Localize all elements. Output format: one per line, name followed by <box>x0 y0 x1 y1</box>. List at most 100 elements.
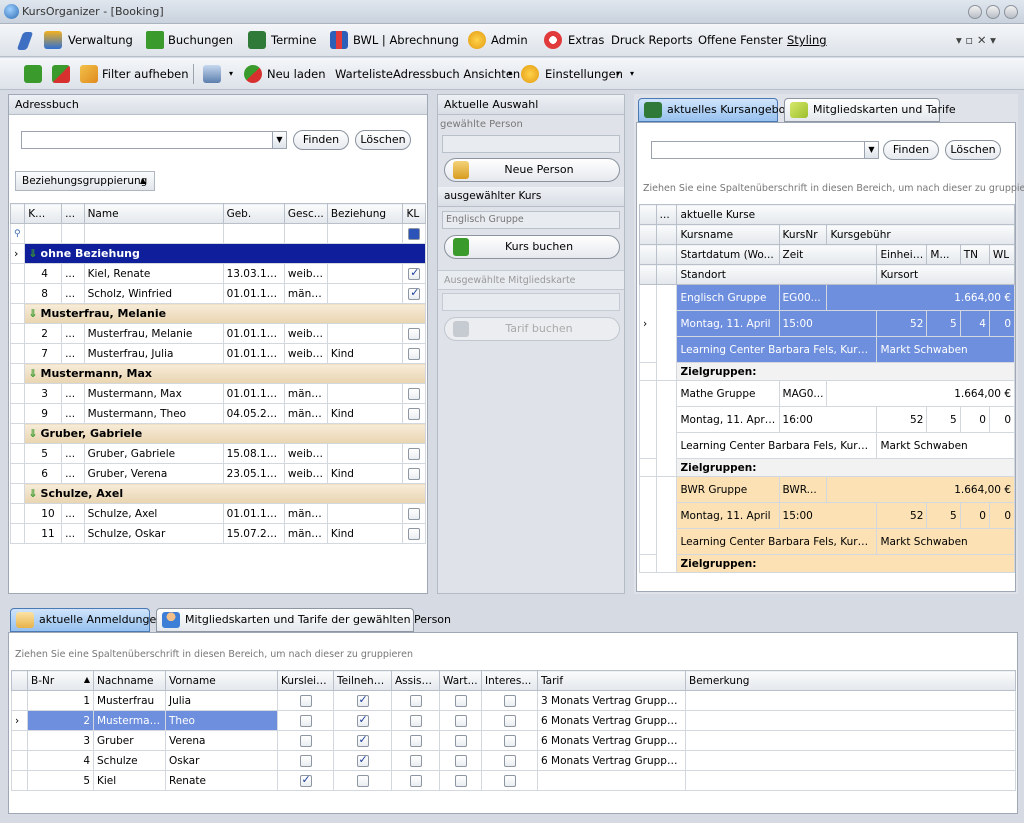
group-row[interactable]: ⇓ Gruber, Gabriele <box>9 423 426 444</box>
neu-laden-button[interactable]: Neu laden <box>267 67 326 81</box>
table-row[interactable]: 6... Gruber, Verena 23.05.1993 weiblich Kind <box>9 463 426 484</box>
table-row[interactable]: 11... Schulze, Oskar 15.07.2002 männ... Kind <box>9 523 426 544</box>
menu-styling[interactable]: Styling <box>787 33 827 47</box>
kurse-finden-button[interactable]: Finden <box>883 140 939 160</box>
row-bemerkung[interactable] <box>685 730 1016 751</box>
col-nachname[interactable]: Nachname <box>93 670 166 691</box>
table-row[interactable]: 1MusterfrauJulia 3 Monats Vertrag Gruppe … <box>11 690 1016 711</box>
group-row[interactable]: ⇓ Mustermann, Max <box>9 363 426 384</box>
kursleiter-checkbox[interactable] <box>299 694 312 707</box>
interessent-checkbox[interactable] <box>503 734 516 747</box>
col-dots[interactable]: ... <box>655 204 678 225</box>
col-name[interactable]: Name <box>83 203 224 224</box>
filter-aufheben-button[interactable]: Filter aufheben <box>102 67 189 81</box>
warteliste-checkbox[interactable] <box>454 754 467 767</box>
col-geb[interactable]: Geb. <box>222 203 285 224</box>
col-kursgebuehr[interactable]: Kursgebühr <box>826 224 1015 245</box>
menu-admin[interactable]: Admin <box>491 33 528 47</box>
col-kursort[interactable]: Kursort <box>876 264 1015 285</box>
neue-person-button[interactable]: Neue Person <box>444 158 620 182</box>
filter-cell[interactable] <box>283 223 328 244</box>
filter-cell[interactable] <box>83 223 224 244</box>
close-button[interactable] <box>1004 5 1018 19</box>
col-wl[interactable]: WL <box>988 244 1016 265</box>
table-row[interactable]: ›2MustermannTheo6 Monats Vertrag Gruppe … <box>11 710 1016 731</box>
printer-icon[interactable] <box>203 65 221 83</box>
table-row[interactable]: 4SchulzeOskar 6 Monats Vertrag Gruppe 1x.… <box>11 750 1016 771</box>
col-vorname[interactable]: Vorname <box>165 670 278 691</box>
row-bemerkung[interactable] <box>685 750 1016 771</box>
assistent-checkbox[interactable] <box>409 734 422 747</box>
kursleiter-checkbox[interactable] <box>299 773 312 787</box>
adressbuch-dropdown-icon[interactable]: ▾ <box>508 69 512 78</box>
course-row[interactable]: BWR Gruppe BWR... 1.664,00 € <box>639 476 1015 573</box>
menu-verwaltung[interactable]: Verwaltung <box>68 33 133 47</box>
interessent-checkbox[interactable] <box>503 694 516 707</box>
kurse-loeschen-button[interactable]: Löschen <box>945 140 1001 160</box>
kl-checkbox[interactable] <box>408 286 421 300</box>
warteliste-checkbox[interactable] <box>454 774 467 787</box>
table-row[interactable]: 3GruberVerena 6 Monats Vertrag Gruppe 1x.… <box>11 730 1016 751</box>
col-kursname[interactable]: Kursname <box>676 224 780 245</box>
col-zeit[interactable]: Zeit <box>778 244 878 265</box>
col-warteliste[interactable]: Wart... <box>439 670 482 691</box>
einstellungen-button[interactable]: Einstellungen <box>545 67 623 81</box>
filter-cell[interactable] <box>24 223 63 244</box>
course-row[interactable]: Mathe Gruppe MAG0... 1.664,00 € <box>639 380 1015 477</box>
tab-aktuelle-anmeldungen[interactable]: aktuelle Anmeldungen <box>10 608 163 632</box>
menu-druck-reports[interactable]: Druck Reports <box>611 33 693 47</box>
beziehungsgruppierung-chip[interactable]: Beziehungsgruppierung ▲ <box>15 171 155 191</box>
col-beziehung[interactable]: Beziehung <box>326 203 404 224</box>
menu-extras[interactable]: Extras <box>568 33 604 47</box>
table-row[interactable]: 5... Gruber, Gabriele 15.08.1962 weiblich <box>9 443 426 464</box>
kl-checkbox[interactable] <box>408 387 421 400</box>
tab-mitgliedskarten-person[interactable]: Mitgliedskarten und Tarife der gewählten… <box>156 608 451 632</box>
tarif-buchen-button[interactable]: Tarif buchen <box>444 317 620 341</box>
menu-termine[interactable]: Termine <box>271 33 316 47</box>
kursleiter-checkbox[interactable] <box>299 714 312 727</box>
pen-icon[interactable] <box>16 32 34 50</box>
tab-mitgliedskarten[interactable]: Mitgliedskarten und Tarife <box>784 98 956 122</box>
assistent-checkbox[interactable] <box>409 694 422 707</box>
col-standort[interactable]: Standort <box>676 264 878 285</box>
kl-checkbox[interactable] <box>408 447 421 460</box>
col-b-nr[interactable]: B-Nr ▲ <box>27 670 94 691</box>
menu-buchungen[interactable]: Buchungen <box>168 33 233 47</box>
menu-bwl[interactable]: BWL | Abrechnung <box>353 33 459 47</box>
add-booking-icon[interactable] <box>24 65 42 83</box>
kl-checkbox[interactable] <box>408 347 421 360</box>
col-geschlecht[interactable]: Gesc... <box>283 203 328 224</box>
kl-checkbox[interactable] <box>408 527 421 540</box>
adressbuch-search-input[interactable]: ▼ <box>21 131 287 149</box>
teilnehmer-checkbox[interactable] <box>356 693 369 707</box>
kl-checkbox[interactable] <box>408 467 421 480</box>
filter-cell[interactable] <box>222 223 285 244</box>
teilnehmer-checkbox[interactable] <box>356 733 369 747</box>
kursleiter-checkbox[interactable] <box>299 754 312 767</box>
minimize-button[interactable] <box>968 5 982 19</box>
table-row[interactable]: 7... Musterfrau, Julia 01.01.1999 weiblich K… <box>9 343 426 364</box>
filter-cell[interactable] <box>326 223 404 244</box>
table-row[interactable]: 5 Kiel Renate <box>11 770 1016 791</box>
filter-kl-checkbox[interactable] <box>408 227 421 240</box>
row-bemerkung[interactable] <box>685 770 1016 791</box>
col-m[interactable]: M... <box>926 244 961 265</box>
assistent-checkbox[interactable] <box>409 774 422 787</box>
remove-booking-icon[interactable] <box>52 65 70 83</box>
horizontal-splitter[interactable] <box>0 596 1024 602</box>
teilnehmer-checkbox[interactable] <box>356 753 369 767</box>
maximize-button[interactable] <box>986 5 1000 19</box>
group-row[interactable]: ⇓ Schulze, Axel <box>9 483 426 504</box>
menu-offene-fenster[interactable]: Offene Fenster <box>698 33 783 47</box>
col-kursleiter[interactable]: Kursleiter <box>277 670 334 691</box>
assistent-checkbox[interactable] <box>409 714 422 727</box>
warteliste-checkbox[interactable] <box>454 714 467 727</box>
group-row[interactable]: ⇓ Musterfrau, Melanie <box>9 303 426 324</box>
table-row[interactable]: 3... Mustermann, Max 01.01.1969 männ... <box>9 383 426 404</box>
kursleiter-checkbox[interactable] <box>299 734 312 747</box>
interessent-checkbox[interactable] <box>503 714 516 727</box>
warteliste-checkbox[interactable] <box>454 734 467 747</box>
col-assistent[interactable]: Assistent <box>391 670 440 691</box>
einstellungen-dropdown-icon[interactable]: ▾ <box>616 69 620 78</box>
col-dots[interactable]: ... <box>61 203 85 224</box>
